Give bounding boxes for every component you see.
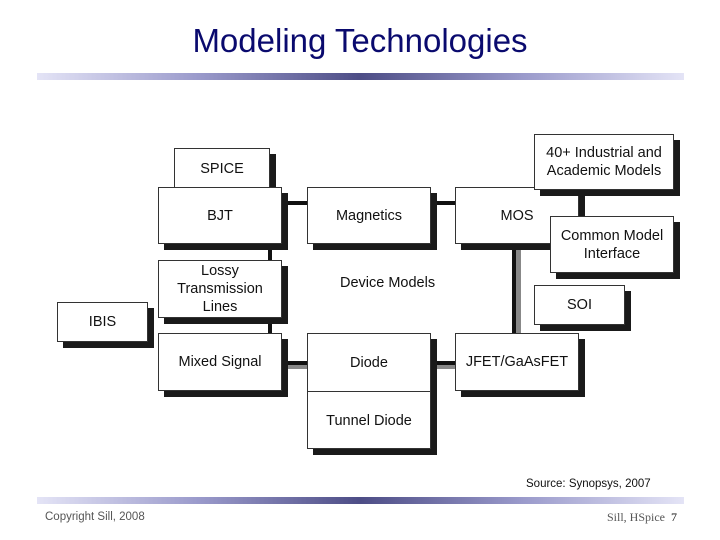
connector-mos-jfet-shade xyxy=(516,250,521,334)
copyright-text: Copyright Sill, 2008 xyxy=(45,511,145,523)
box-magnetics: Magnetics xyxy=(307,187,431,244)
footer-divider xyxy=(37,497,684,504)
box-cmi-label: Common Model Interface xyxy=(560,227,664,262)
source-citation: Source: Synopsys, 2007 xyxy=(526,478,651,490)
box-tunnel-diode: Tunnel Diode xyxy=(308,392,430,449)
page-number: 7 xyxy=(671,510,678,524)
box-spice: SPICE xyxy=(174,148,270,189)
box-mos-label: MOS xyxy=(500,207,534,224)
box-industrial-models: 40+ Industrial and Academic Models xyxy=(534,134,674,190)
connector-diode-jfet-shade xyxy=(437,365,457,369)
box-jfet-gaasfet: JFET/GaAsFET xyxy=(455,333,579,391)
box-lossy-label: Lossy Transmission Lines xyxy=(177,263,263,315)
footer-author-topic: Sill, HSpice xyxy=(607,510,666,524)
device-models-label: Device Models xyxy=(340,275,436,291)
box-lossy-transmission-lines: Lossy Transmission Lines xyxy=(158,260,282,318)
box-bjt: BJT xyxy=(158,187,282,244)
box-magnetics-label: Magnetics xyxy=(335,207,403,224)
box-soi-label: SOI xyxy=(567,297,592,313)
box-mixed-signal-label: Mixed Signal xyxy=(178,354,262,370)
title-divider xyxy=(37,73,684,80)
box-bjt-label: BJT xyxy=(207,207,233,224)
box-common-model-interface: Common Model Interface xyxy=(550,216,674,273)
box-ibis: IBIS xyxy=(57,302,148,342)
box-mixed-signal: Mixed Signal xyxy=(158,333,282,391)
box-spice-label: SPICE xyxy=(200,160,244,177)
box-soi: SOI xyxy=(534,285,625,325)
box-ibis-label: IBIS xyxy=(88,314,117,330)
box-diode: Diode xyxy=(308,334,430,392)
box-diode-group: Diode Tunnel Diode xyxy=(307,333,431,449)
box-industrial-models-label: 40+ Industrial and Academic Models xyxy=(546,145,662,179)
box-tunnel-diode-label: Tunnel Diode xyxy=(326,412,412,429)
connector-magnetics-mos xyxy=(437,201,457,205)
slide-title: Modeling Technologies xyxy=(192,22,528,59)
footer-right: Sill, HSpice 7 xyxy=(607,510,677,525)
box-diode-label: Diode xyxy=(350,354,388,371)
connector-mixed-diode-shade xyxy=(288,365,308,369)
connector-bjt-magnetics xyxy=(288,201,308,205)
box-jfet-label: JFET/GaAsFET xyxy=(465,354,569,370)
